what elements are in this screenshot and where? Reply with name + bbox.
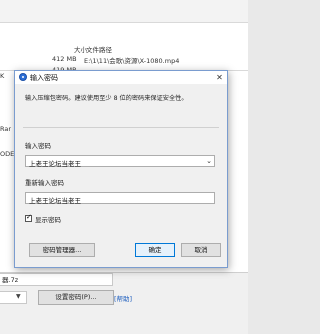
password-value: 上老王论坛当老王 — [29, 160, 81, 168]
dialog-titlebar[interactable]: 输入密码 ✕ — [15, 71, 227, 84]
help-link[interactable]: [帮助] — [114, 293, 132, 303]
cancel-button[interactable]: 取消 — [181, 243, 221, 257]
archive-name-text: 器.7z — [2, 276, 19, 284]
show-password-label[interactable]: 显示密码 — [35, 214, 61, 224]
password-field[interactable]: 上老王论坛当老王 ⌄ — [25, 155, 215, 168]
row-size: 412 MB — [52, 55, 77, 63]
show-password-checkbox[interactable]: ✓ — [25, 213, 32, 222]
chevron-down-icon[interactable]: ▼ — [16, 293, 21, 300]
reenter-password-value: 上老王论坛当老王 — [29, 197, 81, 205]
app-icon — [19, 73, 27, 81]
format-combo[interactable] — [0, 291, 27, 304]
reenter-password-label: 重新输入密码 — [25, 179, 64, 187]
background-toolbar — [0, 0, 248, 23]
separator — [23, 127, 219, 128]
close-icon[interactable]: ✕ — [213, 71, 226, 84]
left-fragment: K — [0, 72, 5, 80]
row-path[interactable]: E:\1\11\会歌\资源\X-1080.mp4 — [84, 55, 179, 65]
dialog-description: 输入压缩包密码。建议使用至少 8 位的密码来保证安全性。 — [25, 95, 188, 102]
divider — [0, 22, 248, 23]
dialog-title: 输入密码 — [30, 74, 58, 82]
ok-button[interactable]: 确定 — [135, 243, 175, 257]
password-manager-button[interactable]: 密码管理器... — [29, 243, 95, 257]
reenter-password-field[interactable]: 上老王论坛当老王 — [25, 192, 215, 205]
column-path-header[interactable]: 文件路径 — [86, 44, 112, 54]
set-password-button[interactable]: 设置密码(P)... — [38, 290, 114, 305]
checkmark-icon: ✓ — [26, 213, 32, 221]
left-fragment: Rar — [0, 125, 12, 133]
chevron-down-icon[interactable]: ⌄ — [204, 157, 214, 166]
password-label: 输入密码 — [25, 142, 51, 150]
password-dialog: 输入密码 ✕ 输入压缩包密码。建议使用至少 8 位的密码来保证安全性。 输入密码… — [14, 70, 228, 268]
